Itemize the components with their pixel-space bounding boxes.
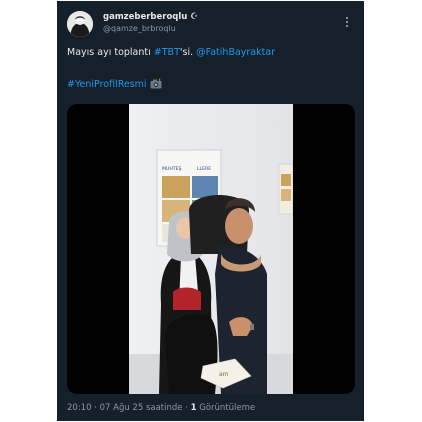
- tweet-meta: 20:10 · 07 Ağu 25 saatinde · 1 Görüntüle…: [67, 403, 255, 413]
- tweet-photo[interactable]: MUHTEŞ LLERE am: [129, 104, 293, 394]
- author-handle[interactable]: @qamze_brbroqlu: [103, 24, 176, 33]
- avatar[interactable]: [67, 11, 93, 37]
- tweet-media[interactable]: MUHTEŞ LLERE am: [67, 104, 355, 394]
- tweet-text-line: #YeniProfilResmi: [67, 78, 162, 91]
- tweet-text-part: Mayıs ayı toplantı: [67, 47, 154, 58]
- tweet-card[interactable]: gamzeberberoqlu ☪ @qamze_brbroqlu Mayıs …: [57, 1, 364, 421]
- camera-with-flash-emoji-icon: [150, 78, 162, 89]
- tweet-date[interactable]: 07 Ağu 25 saatinde: [100, 403, 183, 413]
- meta-separator: ·: [182, 403, 191, 413]
- mention-link[interactable]: @FatihBayraktar: [196, 47, 275, 58]
- tweet-time[interactable]: 20:10: [67, 403, 92, 413]
- poster-text: MUHTEŞ: [162, 166, 181, 172]
- meta-separator: ·: [91, 403, 100, 413]
- svg-text:am: am: [219, 371, 229, 378]
- poster-text: LLERE: [197, 166, 211, 172]
- views-label: Görüntüleme: [196, 403, 256, 413]
- author-display-name[interactable]: gamzeberberoqlu ☪: [103, 12, 198, 22]
- tweet-text-line: Mayıs ayı toplantı #TBT'si. @FatihBayrak…: [67, 47, 275, 59]
- more-options-icon[interactable]: [344, 15, 350, 29]
- tweet-text-part: 'si.: [179, 47, 197, 58]
- hashtag-tbt-link[interactable]: #TBT: [154, 47, 180, 58]
- tweet-header: gamzeberberoqlu ☪ @qamze_brbroqlu: [57, 1, 364, 43]
- hashtag-profile-link[interactable]: #YeniProfilResmi: [67, 79, 147, 90]
